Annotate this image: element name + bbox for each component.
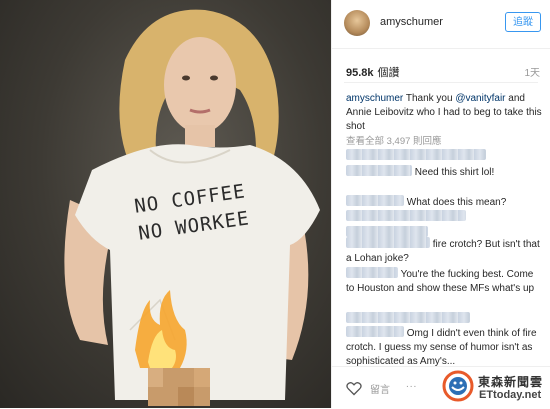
avatar[interactable] <box>344 10 370 36</box>
comment-input[interactable]: 留言 <box>370 381 390 396</box>
comment-text: What does this mean? <box>406 197 507 208</box>
ettoday-watermark: 東森新聞雲 ETtoday.net <box>442 368 550 406</box>
comment-item: What does this mean? <box>346 195 542 210</box>
caption-text-a: Thank you <box>403 93 456 104</box>
blurred-username <box>346 149 486 160</box>
blurred-username[interactable] <box>346 165 412 176</box>
blurred-username <box>346 210 466 221</box>
comment-username-blurred <box>346 210 542 225</box>
blurred-username[interactable] <box>346 326 404 337</box>
blurred-username <box>346 312 470 323</box>
blurred-username[interactable] <box>346 237 430 248</box>
post-caption: amyschumer Thank you @vanityfair and Ann… <box>346 92 542 134</box>
post-time[interactable]: 1天 <box>524 64 540 79</box>
post-header: amyschumer 追蹤 <box>332 0 550 49</box>
post-photo[interactable]: NO COFFEE NO WORKEE <box>0 0 331 408</box>
comment-item: Omg I didn't even think of fire crotch. … <box>346 326 542 369</box>
comment-item: fire crotch? But isn't that a Lohan joke… <box>346 237 542 266</box>
divider <box>344 82 538 83</box>
comment-item: Need this shirt lol! <box>346 165 542 180</box>
ettoday-logo-icon <box>442 370 474 402</box>
caption-mention[interactable]: @vanityfair <box>455 93 505 104</box>
post-side-panel: amyschumer 追蹤 95.8k 個讚 1天 amyschumer Than… <box>331 0 550 408</box>
caption-username[interactable]: amyschumer <box>346 93 403 104</box>
username[interactable]: amyschumer <box>380 16 443 28</box>
follow-button[interactable]: 追蹤 <box>505 12 541 32</box>
blurred-username <box>346 226 428 237</box>
likes-count[interactable]: 95.8k 個讚 <box>346 64 400 80</box>
blurred-username[interactable] <box>346 267 398 278</box>
heart-icon[interactable] <box>346 381 362 396</box>
blurred-username[interactable] <box>346 195 404 206</box>
post-actions-bar: 留言 ... 東森新聞雲 ETtoday.net <box>332 366 550 409</box>
view-all-comments[interactable]: 查看全部 3,497 則回應 <box>346 133 442 147</box>
comment-username-blurred <box>346 149 542 164</box>
likes-number: 95.8k <box>346 67 374 79</box>
watermark-cn: 東森新聞雲 <box>478 375 544 389</box>
comment-text: Need this shirt lol! <box>414 167 495 178</box>
watermark-en: ETtoday.net <box>479 389 542 401</box>
comment-item: You're the fucking best. Come to Houston… <box>346 267 542 296</box>
comment-username-blurred <box>346 312 542 327</box>
more-options-icon[interactable]: ... <box>406 379 417 390</box>
likes-label: 個讚 <box>377 67 400 79</box>
